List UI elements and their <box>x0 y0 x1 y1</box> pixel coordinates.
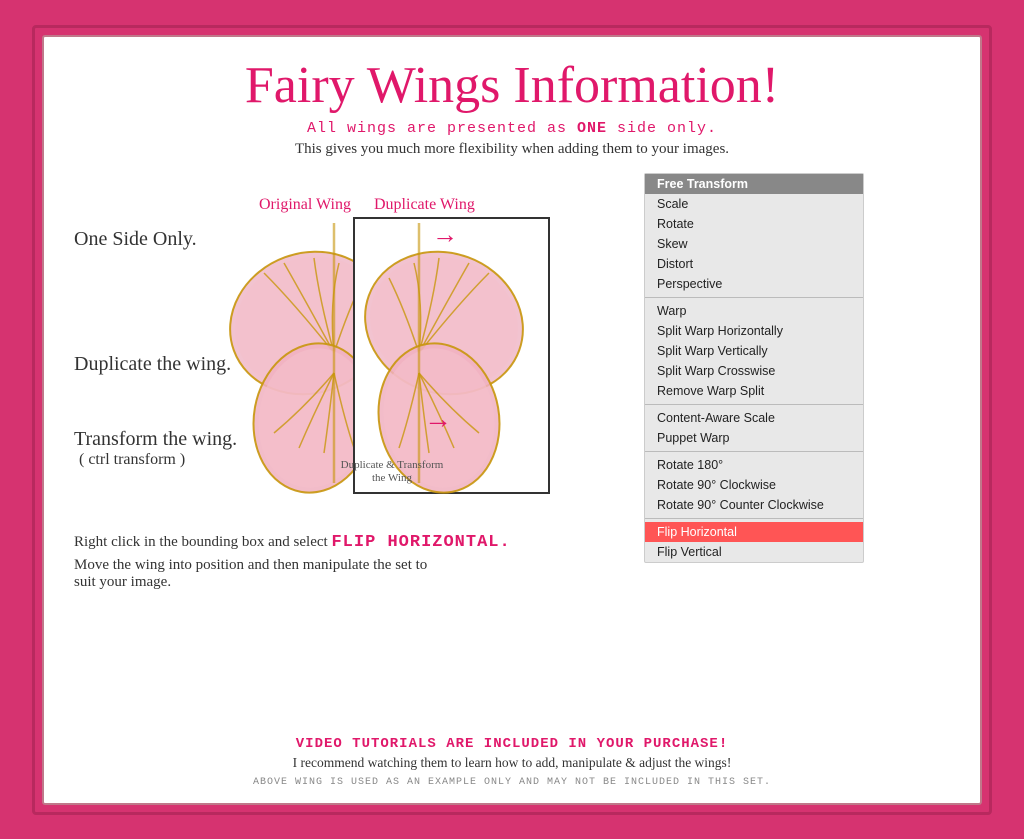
menu-divider <box>645 451 863 452</box>
move-instruction: Move the wing into position and then man… <box>74 557 634 591</box>
arrow-to-menu-icon: → <box>432 220 458 250</box>
main-content: One Side Only. Duplicate the wing. Trans… <box>74 168 950 732</box>
menu-item-distort[interactable]: Distort <box>645 254 863 274</box>
menu-item-split-warp-horizontally[interactable]: Split Warp Horizontally <box>645 321 863 341</box>
menu-item-skew[interactable]: Skew <box>645 234 863 254</box>
left-panel: One Side Only. Duplicate the wing. Trans… <box>74 168 634 732</box>
context-menu: Free TransformScaleRotateSkewDistortPers… <box>644 173 864 563</box>
svg-text:the Wing: the Wing <box>372 472 412 484</box>
bottom-section: VIDEO TUTORIALS ARE INCLUDED IN YOUR PUR… <box>74 736 950 788</box>
wing-original-label: Original Wing <box>259 196 351 214</box>
menu-item-split-warp-crosswise[interactable]: Split Warp Crosswise <box>645 361 863 381</box>
menu-item-scale[interactable]: Scale <box>645 194 863 214</box>
outer-frame: Fairy Wings Information! All wings are p… <box>32 25 992 815</box>
menu-item-rotate-180-[interactable]: Rotate 180° <box>645 455 863 475</box>
page-title: Fairy Wings Information! <box>245 57 779 114</box>
menu-item-flip-horizontal[interactable]: Flip Horizontal <box>645 522 863 542</box>
menu-divider <box>645 297 863 298</box>
duplicate-transform-label: Duplicate & Transform <box>341 459 444 471</box>
inner-card: Fairy Wings Information! All wings are p… <box>42 35 982 805</box>
menu-item-rotate[interactable]: Rotate <box>645 214 863 234</box>
menu-item-flip-vertical[interactable]: Flip Vertical <box>645 542 863 562</box>
menu-item-remove-warp-split[interactable]: Remove Warp Split <box>645 381 863 401</box>
flip-instruction: Right click in the bounding box and sele… <box>74 533 634 552</box>
menu-item-perspective[interactable]: Perspective <box>645 274 863 294</box>
arrow-right-icon: → <box>424 404 452 435</box>
video-tutorials-label: VIDEO TUTORIALS ARE INCLUDED IN YOUR PUR… <box>74 736 950 752</box>
menu-divider <box>645 518 863 519</box>
menu-item-split-warp-vertically[interactable]: Split Warp Vertically <box>645 341 863 361</box>
right-panel: Free TransformScaleRotateSkewDistortPers… <box>634 168 950 732</box>
menu-item-rotate-90--counter-clockwise[interactable]: Rotate 90° Counter Clockwise <box>645 495 863 515</box>
wing-duplicate-label: Duplicate Wing <box>374 196 475 214</box>
menu-item-warp[interactable]: Warp <box>645 301 863 321</box>
menu-item-content-aware-scale[interactable]: Content-Aware Scale <box>645 408 863 428</box>
description: This gives you much more flexibility whe… <box>295 141 729 158</box>
label-one-side: One Side Only. <box>74 228 197 251</box>
flip-highlight: FLIP HORIZONTAL. <box>331 533 510 552</box>
wings-illustration: → Duplicate & Transform the Wing <box>194 213 564 513</box>
footer-note: ABOVE WING IS USED AS AN EXAMPLE ONLY AN… <box>74 777 950 788</box>
menu-item-free-transform[interactable]: Free Transform <box>645 174 863 194</box>
menu-item-rotate-90--clockwise[interactable]: Rotate 90° Clockwise <box>645 475 863 495</box>
subtitle: All wings are presented as ONE side only… <box>307 120 717 137</box>
menu-item-puppet-warp[interactable]: Puppet Warp <box>645 428 863 448</box>
recommend-label: I recommend watching them to learn how t… <box>74 755 950 771</box>
menu-divider <box>645 404 863 405</box>
